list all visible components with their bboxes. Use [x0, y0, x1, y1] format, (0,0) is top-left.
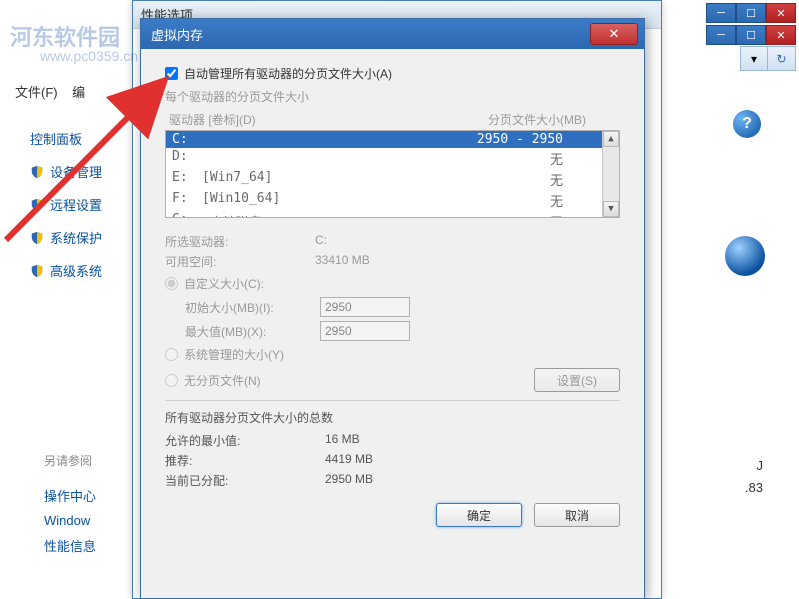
sidebar-item-label: 高级系统	[50, 261, 102, 280]
no-paging-radio	[165, 374, 178, 387]
menu-edit[interactable]: 编	[72, 85, 85, 100]
menubar: 文件(F) 编	[15, 82, 85, 101]
system-managed-label: 系统管理的大小(Y)	[184, 346, 284, 363]
drive-row[interactable]: C: 2950 - 2950	[166, 131, 619, 148]
link-action-center[interactable]: 操作中心	[44, 486, 96, 505]
sidebar-item-advanced[interactable]: 高级系统	[30, 261, 130, 280]
chevron-down-icon: ▾	[751, 52, 757, 66]
globe-icon	[725, 236, 765, 276]
custom-size-radio	[165, 277, 178, 290]
sidebar-item-control-panel[interactable]: 控制面板	[30, 129, 130, 148]
vm-title-text: 虚拟内存	[151, 25, 203, 44]
initial-size-label: 初始大小(MB)(I):	[185, 299, 320, 316]
shield-icon	[30, 165, 44, 179]
close-button[interactable]: ✕	[766, 3, 796, 23]
window-controls-stack: ─ ☐ ✕ ─ ☐ ✕	[706, 3, 796, 47]
custom-size-label: 自定义大小(C):	[184, 275, 264, 292]
initial-size-input	[320, 297, 410, 317]
shield-icon	[30, 198, 44, 212]
sidebar-item-label: 远程设置	[50, 195, 102, 214]
current-label: 当前已分配:	[165, 472, 325, 489]
maximize-button[interactable]: ☐	[736, 25, 766, 45]
sidebar: 控制面板 设备管理 远程设置 系统保护 高级系统	[30, 115, 130, 294]
minimize-button[interactable]: ─	[706, 3, 736, 23]
system-managed-radio	[165, 348, 178, 361]
max-size-input	[320, 321, 410, 341]
drive-list[interactable]: C: 2950 - 2950 D: 无 E: [Win7_64] 无 F: [W…	[165, 130, 620, 218]
selected-drive-label: 所选驱动器:	[165, 233, 315, 250]
auto-manage-label: 自动管理所有驱动器的分页文件大小(A)	[184, 65, 392, 82]
close-button[interactable]: ✕	[590, 23, 638, 45]
see-also-header: 另请参阅	[44, 452, 92, 469]
refresh-icon: ↻	[776, 52, 786, 66]
scroll-up-button[interactable]: ▲	[603, 131, 619, 147]
no-paging-label: 无分页文件(N)	[184, 372, 261, 389]
free-space-label: 可用空间:	[165, 253, 315, 270]
link-windows[interactable]: Window	[44, 513, 96, 528]
drive-header-drive: 驱动器 [卷标](D)	[169, 111, 256, 128]
min-allowed-value: 16 MB	[325, 432, 360, 449]
menu-file[interactable]: 文件(F)	[15, 85, 58, 100]
sidebar-item-remote[interactable]: 远程设置	[30, 195, 130, 214]
drive-row[interactable]: D: 无	[166, 148, 619, 169]
shield-icon	[30, 231, 44, 245]
drive-row[interactable]: F: [Win10_64] 无	[166, 190, 619, 211]
shield-icon	[30, 264, 44, 278]
set-button: 设置(S)	[534, 368, 620, 392]
scrollbar[interactable]: ▲ ▼	[602, 131, 619, 217]
link-perf-info[interactable]: 性能信息	[44, 536, 96, 555]
refresh-button[interactable]: ↻	[768, 46, 796, 71]
right-panel-text: J .83	[745, 455, 763, 499]
ok-button[interactable]: 确定	[436, 503, 522, 527]
selected-drive-value: C:	[315, 233, 327, 250]
totals-header: 所有驱动器分页文件大小的总数	[165, 409, 620, 426]
sidebar-item-label: 控制面板	[30, 129, 82, 148]
sidebar-item-protection[interactable]: 系统保护	[30, 228, 130, 247]
vm-titlebar[interactable]: 虚拟内存 ✕	[141, 19, 644, 49]
recommended-label: 推荐:	[165, 452, 325, 469]
minimize-button[interactable]: ─	[706, 25, 736, 45]
drive-row[interactable]: E: [Win7_64] 无	[166, 169, 619, 190]
see-also-links: 操作中心 Window 性能信息	[44, 478, 96, 563]
toolbar-right: ▾ ↻	[740, 46, 796, 71]
cancel-button[interactable]: 取消	[534, 503, 620, 527]
help-icon[interactable]: ?	[733, 110, 761, 138]
sidebar-item-label: 设备管理	[50, 162, 102, 181]
recommended-value: 4419 MB	[325, 452, 373, 469]
sidebar-item-label: 系统保护	[50, 228, 102, 247]
max-size-label: 最大值(MB)(X):	[185, 323, 320, 340]
min-allowed-label: 允许的最小值:	[165, 432, 325, 449]
drive-header-pf: 分页文件大小(MB)	[488, 111, 586, 128]
auto-manage-checkbox[interactable]	[165, 67, 178, 80]
virtual-memory-dialog: 虚拟内存 ✕ 自动管理所有驱动器的分页文件大小(A) 每个驱动器的分页文件大小 …	[140, 18, 645, 599]
current-value: 2950 MB	[325, 472, 373, 489]
dropdown-button[interactable]: ▾	[740, 46, 768, 71]
maximize-button[interactable]: ☐	[736, 3, 766, 23]
watermark-url: www.pc0359.cn	[40, 48, 138, 64]
free-space-value: 33410 MB	[315, 253, 370, 270]
scroll-down-button[interactable]: ▼	[603, 201, 619, 217]
each-drive-label: 每个驱动器的分页文件大小	[165, 88, 620, 105]
drive-row[interactable]: G: [本地磁盘] 无	[166, 211, 619, 218]
close-button[interactable]: ✕	[766, 25, 796, 45]
sidebar-item-device-manager[interactable]: 设备管理	[30, 162, 130, 181]
